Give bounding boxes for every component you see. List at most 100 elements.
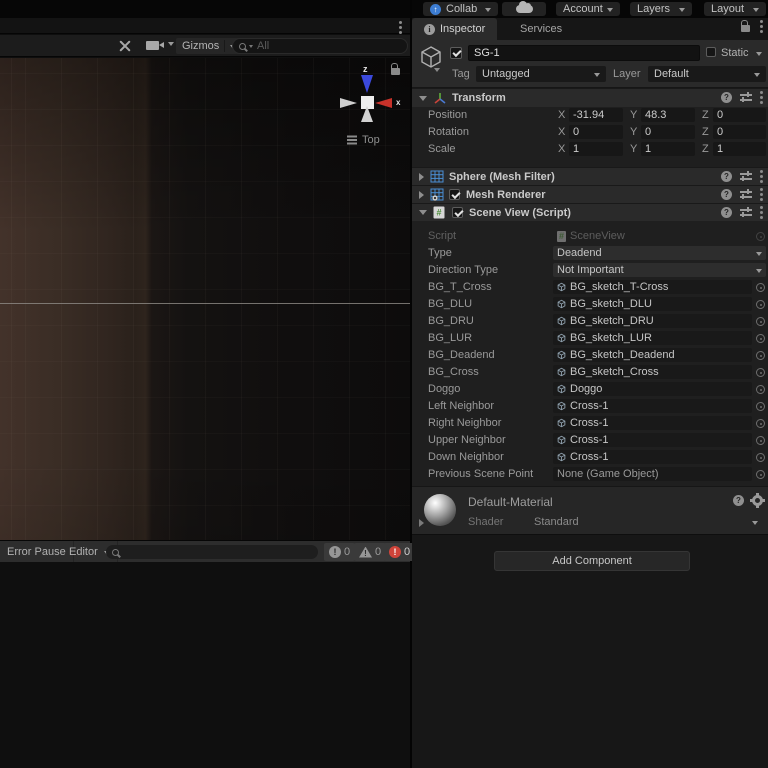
component-header[interactable]: # Sphere (Mesh Filter) ? bbox=[412, 167, 768, 185]
console-search-input[interactable] bbox=[106, 545, 318, 559]
property-value-field[interactable]: # Doggo bbox=[553, 382, 752, 396]
property-value-field[interactable]: # Not Important bbox=[553, 263, 766, 277]
property-value-field[interactable]: # Cross-1 bbox=[553, 450, 752, 464]
log-count-toggle[interactable]: ! 0 bbox=[324, 543, 356, 561]
static-checkbox[interactable] bbox=[706, 47, 716, 57]
object-picker-icon[interactable] bbox=[756, 385, 765, 394]
foldout-icon[interactable] bbox=[419, 519, 424, 527]
component-menu-icon[interactable] bbox=[760, 96, 763, 99]
help-icon[interactable]: ? bbox=[721, 207, 732, 218]
view-mode-menu[interactable]: Top bbox=[347, 134, 380, 146]
chevron-down-icon bbox=[756, 251, 762, 259]
material-preview-sphere[interactable] bbox=[424, 494, 456, 526]
view-mode-label: Top bbox=[362, 134, 380, 146]
gameobject-name-field[interactable]: SG-1 bbox=[468, 45, 700, 61]
component-header[interactable]: # Scene View (Script) ? bbox=[412, 203, 768, 221]
component-menu-icon[interactable] bbox=[760, 175, 763, 178]
help-icon[interactable]: ? bbox=[721, 189, 732, 200]
axis-x-cone[interactable] bbox=[375, 98, 392, 108]
property-value-field[interactable]: # SceneView bbox=[553, 229, 752, 243]
property-value-field[interactable]: # Cross-1 bbox=[553, 399, 752, 413]
object-picker-icon[interactable] bbox=[756, 317, 765, 326]
window-menu-icon[interactable] bbox=[399, 26, 402, 29]
property-value-field[interactable]: # BG_sketch_Deadend bbox=[553, 348, 752, 362]
object-picker-icon[interactable] bbox=[756, 351, 765, 360]
y-value-field[interactable]: 1 bbox=[641, 142, 695, 156]
presets-icon[interactable] bbox=[740, 189, 752, 200]
x-value-field[interactable]: 0 bbox=[569, 125, 623, 139]
property-value-field[interactable]: # BG_sketch_LUR bbox=[553, 331, 752, 345]
property-value-field[interactable]: # Cross-1 bbox=[553, 433, 752, 447]
camera-icon[interactable] bbox=[146, 41, 164, 50]
tag-dropdown[interactable]: Untagged bbox=[476, 66, 606, 82]
z-value-field[interactable]: 0 bbox=[713, 125, 766, 139]
tools-icon[interactable] bbox=[118, 39, 132, 53]
object-picker-icon[interactable] bbox=[756, 232, 765, 241]
inspector-lock-icon[interactable] bbox=[741, 20, 750, 32]
collab-button[interactable]: ↑ Collab bbox=[423, 2, 499, 16]
axis-z-cone[interactable] bbox=[361, 75, 373, 93]
gameobject-active-checkbox[interactable] bbox=[450, 47, 462, 59]
object-picker-icon[interactable] bbox=[756, 300, 765, 309]
transform-header[interactable]: Transform ? bbox=[412, 88, 768, 107]
layer-dropdown[interactable]: Default bbox=[648, 66, 766, 82]
error-count-toggle[interactable]: ! 0 bbox=[384, 543, 416, 561]
y-value-field[interactable]: 0 bbox=[641, 125, 695, 139]
scene-viewport[interactable]: z x Top bbox=[0, 58, 410, 558]
presets-icon[interactable] bbox=[740, 92, 752, 103]
help-icon[interactable]: ? bbox=[733, 495, 744, 506]
object-picker-icon[interactable] bbox=[756, 470, 765, 479]
property-label: Upper Neighbor bbox=[428, 434, 506, 446]
component-enabled-checkbox[interactable] bbox=[449, 189, 460, 200]
object-picker-icon[interactable] bbox=[756, 368, 765, 377]
cloud-services-button[interactable] bbox=[502, 1, 546, 16]
y-value-field[interactable]: 48.3 bbox=[641, 108, 695, 122]
property-value-field[interactable]: # BG_sketch_DRU bbox=[553, 314, 752, 328]
warning-count-toggle[interactable]: ! 0 bbox=[354, 543, 387, 561]
unlock-icon[interactable] bbox=[391, 63, 400, 75]
add-component-button[interactable]: Add Component bbox=[494, 551, 690, 571]
shader-dropdown[interactable]: Standard bbox=[528, 514, 764, 530]
console-log-area[interactable] bbox=[0, 562, 410, 768]
property-value-field[interactable]: # Cross-1 bbox=[553, 416, 752, 430]
property-value-field[interactable]: # Deadend bbox=[553, 246, 766, 260]
axis-down-cone[interactable] bbox=[361, 106, 373, 122]
chevron-down-icon bbox=[754, 72, 760, 80]
chevron-down-icon[interactable] bbox=[434, 68, 440, 75]
object-picker-icon[interactable] bbox=[756, 453, 765, 462]
help-icon[interactable]: ? bbox=[721, 171, 732, 182]
tab-inspector[interactable]: i Inspector bbox=[412, 18, 498, 40]
property-value-field[interactable]: # BG_sketch_DLU bbox=[553, 297, 752, 311]
scene-search-input[interactable]: All bbox=[232, 38, 408, 54]
object-picker-icon[interactable] bbox=[756, 283, 765, 292]
gameobject-cube-icon[interactable] bbox=[419, 45, 443, 69]
axis-left-cone[interactable] bbox=[340, 98, 357, 108]
property-value-field[interactable]: # BG_sketch_Cross bbox=[553, 365, 752, 379]
inspector-menu-icon[interactable] bbox=[760, 25, 763, 28]
presets-icon[interactable] bbox=[740, 171, 752, 182]
object-picker-icon[interactable] bbox=[756, 419, 765, 428]
chevron-down-icon[interactable] bbox=[168, 42, 174, 49]
inspector-footer: Add Component bbox=[412, 534, 768, 768]
tab-services[interactable]: Services bbox=[508, 18, 574, 40]
z-value-field[interactable]: 0 bbox=[713, 108, 766, 122]
account-button[interactable]: Account bbox=[556, 2, 620, 16]
x-value-field[interactable]: -31.94 bbox=[569, 108, 623, 122]
z-value-field[interactable]: 1 bbox=[713, 142, 766, 156]
x-value-field[interactable]: 1 bbox=[569, 142, 623, 156]
object-picker-icon[interactable] bbox=[756, 402, 765, 411]
presets-icon[interactable] bbox=[740, 207, 752, 218]
object-picker-icon[interactable] bbox=[756, 334, 765, 343]
property-value-field[interactable]: # BG_sketch_T-Cross bbox=[553, 280, 752, 294]
layers-button[interactable]: Layers bbox=[630, 2, 692, 16]
layout-button[interactable]: Layout bbox=[704, 2, 766, 16]
help-icon[interactable]: ? bbox=[721, 92, 732, 103]
component-header[interactable]: # Mesh Renderer ? bbox=[412, 185, 768, 203]
static-dropdown-icon[interactable] bbox=[756, 52, 762, 59]
property-value-field[interactable]: # None (Game Object) bbox=[553, 467, 752, 481]
component-menu-icon[interactable] bbox=[760, 211, 763, 214]
component-enabled-checkbox[interactable] bbox=[452, 207, 463, 218]
component-menu-icon[interactable] bbox=[760, 193, 763, 196]
object-picker-icon[interactable] bbox=[756, 436, 765, 445]
gear-icon[interactable] bbox=[750, 493, 763, 506]
